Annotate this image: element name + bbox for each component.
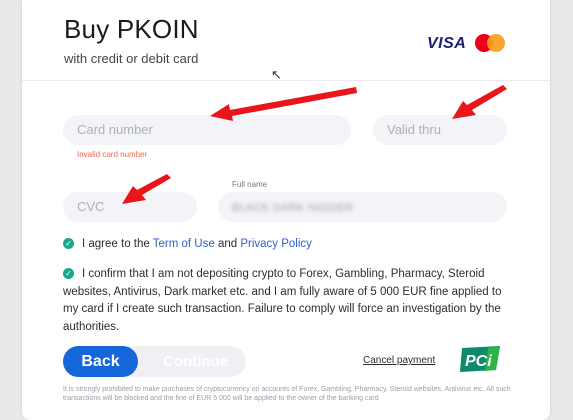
valid-thru-input[interactable]: Valid thru [373, 115, 507, 145]
payment-card: Buy PKOIN with credit or debit card VISA… [22, 0, 550, 420]
full-name-label: Full name [232, 180, 268, 189]
full-name-input[interactable]: BLACK DARK NIGGER [218, 192, 507, 222]
mastercard-icon [475, 34, 507, 52]
confirm-statement: I confirm that I am not depositing crypt… [63, 268, 502, 333]
card-number-input[interactable]: Card number [63, 115, 351, 145]
page-subtitle: with credit or debit card [64, 51, 199, 66]
privacy-policy-link[interactable]: Privacy Policy [240, 238, 312, 250]
page-title: Buy PKOIN [64, 14, 199, 44]
cvc-input[interactable]: CVC [63, 192, 197, 222]
full-name-value: BLACK DARK NIGGER [232, 202, 354, 214]
back-button[interactable]: Back [63, 346, 138, 377]
continue-button[interactable]: Continue [119, 346, 246, 377]
terms-check-icon[interactable]: ✓ [63, 238, 74, 249]
terms-of-use-link[interactable]: Term of Use [153, 238, 215, 250]
card-number-error: Invalid card number [77, 150, 148, 159]
visa-logo: VISA [427, 35, 467, 52]
terms-agreement: I agree to the Term of Use and Privacy P… [82, 238, 312, 250]
pci-logo-icon: PCi [460, 346, 500, 372]
cancel-payment-link[interactable]: Cancel payment [363, 355, 435, 366]
mouse-cursor-icon: ↖ [271, 67, 282, 82]
pci-text: PCi [465, 353, 492, 370]
terms-and: and [214, 238, 241, 250]
header: Buy PKOIN with credit or debit card VISA [22, 0, 550, 81]
footnote: It is strongly prohibited to make purcha… [63, 386, 511, 402]
terms-prefix: I agree to the [82, 238, 153, 250]
